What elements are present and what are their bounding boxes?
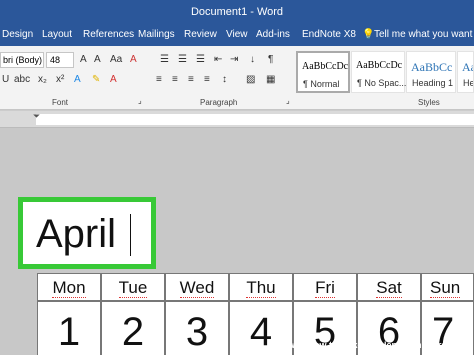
window-title: Document1 - Word	[190, 6, 284, 18]
decrease-indent-icon[interactable]: ⇤	[214, 54, 222, 65]
bullets-icon[interactable]: ☰	[160, 54, 169, 65]
line-spacing-icon[interactable]: ↕	[222, 74, 227, 85]
style-heading-1[interactable]: AaBbCc Heading 1	[406, 51, 456, 93]
font-name-select[interactable]: bri (Body)	[0, 52, 44, 68]
numbering-icon[interactable]: ☰	[178, 54, 187, 65]
strikethrough-icon[interactable]: abc	[14, 74, 30, 85]
underline-icon[interactable]: U	[2, 74, 9, 85]
style-sample: AaBb	[462, 60, 473, 74]
tab-view[interactable]: View	[226, 29, 248, 40]
tab-references[interactable]: References	[83, 29, 134, 40]
ribbon: bri (Body) 48 A A Aa A U abc x₂ x² A ✎ A…	[0, 46, 474, 110]
subscript-icon[interactable]: x₂	[38, 74, 47, 85]
tab-endnote[interactable]: EndNote X8	[302, 29, 356, 40]
shading-icon[interactable]: ▨	[246, 74, 255, 85]
font-size-select[interactable]: 48	[46, 52, 74, 68]
ruler-margin-area	[36, 114, 474, 125]
text-cursor	[130, 214, 131, 256]
style-normal[interactable]: AaBbCcDc ¶ Normal	[296, 51, 350, 93]
superscript-icon[interactable]: x²	[56, 74, 64, 85]
multilevel-list-icon[interactable]: ☰	[196, 54, 205, 65]
styles-group-label: Styles	[418, 98, 440, 107]
style-sample: AaBbCcDc	[356, 60, 403, 71]
day-header-thu[interactable]: Thu	[229, 273, 293, 301]
style-sample: AaBbCc	[411, 60, 453, 74]
align-center-icon[interactable]: ≡	[172, 74, 178, 85]
tell-me-search[interactable]: Tell me what you want to d	[374, 29, 474, 40]
horizontal-ruler: ⏷	[0, 111, 474, 128]
lightbulb-icon: 💡	[362, 29, 375, 40]
style-no-spacing[interactable]: AaBbCcDc ¶ No Spac...	[351, 51, 407, 93]
increase-indent-icon[interactable]: ⇥	[230, 54, 238, 65]
text-effects-icon[interactable]: A	[74, 74, 81, 85]
title-bar: Document1 - Word	[0, 0, 474, 24]
month-text-box[interactable]: April	[18, 197, 156, 269]
indent-marker-icon[interactable]: ⏷	[33, 111, 40, 122]
tab-review[interactable]: Review	[184, 29, 217, 40]
paragraph-group-label: Paragraph	[200, 98, 238, 107]
style-name: Hea	[463, 78, 473, 88]
tab-layout[interactable]: Layout	[42, 29, 72, 40]
tab-mailings[interactable]: Mailings	[138, 29, 175, 40]
change-case-icon[interactable]: Aa	[110, 54, 122, 65]
style-sample: AaBbCcDc	[302, 61, 349, 72]
day-header-sun[interactable]: Sun	[421, 273, 474, 301]
month-title: April	[36, 212, 117, 256]
tab-design[interactable]: Design	[2, 29, 33, 40]
align-right-icon[interactable]: ≡	[188, 74, 194, 85]
borders-icon[interactable]: ▦	[266, 74, 275, 85]
ribbon-tabs: Design Layout References Mailings Review…	[0, 24, 474, 46]
show-hide-icon[interactable]: ¶	[268, 54, 273, 65]
date-cell-4[interactable]: 4	[229, 301, 293, 355]
day-header-wed[interactable]: Wed	[165, 273, 229, 301]
styles-gallery: AaBbCcDc ¶ Normal AaBbCcDc ¶ No Spac... …	[296, 51, 474, 93]
style-heading-2[interactable]: AaBb Hea	[457, 51, 474, 93]
dialog-launcher-icon[interactable]: ⌟	[286, 96, 290, 105]
watermark: wiki How to Make a Calendar in Word	[288, 340, 447, 350]
font-color-icon[interactable]: A	[110, 74, 117, 85]
style-name: Heading 1	[412, 78, 454, 88]
clear-formatting-icon[interactable]: A	[130, 54, 137, 65]
sort-icon[interactable]: ↓	[250, 54, 255, 65]
shrink-font-icon[interactable]: A	[94, 54, 101, 65]
date-cell-1[interactable]: 1	[37, 301, 101, 355]
style-name: ¶ Normal	[303, 79, 340, 89]
grow-font-icon[interactable]: A	[80, 54, 87, 65]
tab-add-ins[interactable]: Add-ins	[256, 29, 290, 40]
style-name: ¶ No Spac...	[357, 78, 407, 88]
dialog-launcher-icon[interactable]: ⌟	[138, 96, 142, 105]
day-header-sat[interactable]: Sat	[357, 273, 421, 301]
align-left-icon[interactable]: ≡	[156, 74, 162, 85]
justify-icon[interactable]: ≡	[204, 74, 210, 85]
font-group-label: Font	[52, 98, 69, 107]
day-header-tue[interactable]: Tue	[101, 273, 165, 301]
date-cell-2[interactable]: 2	[101, 301, 165, 355]
day-header-mon[interactable]: Mon	[37, 273, 101, 301]
day-header-fri[interactable]: Fri	[293, 273, 357, 301]
highlight-icon[interactable]: ✎	[92, 74, 100, 85]
date-cell-3[interactable]: 3	[165, 301, 229, 355]
